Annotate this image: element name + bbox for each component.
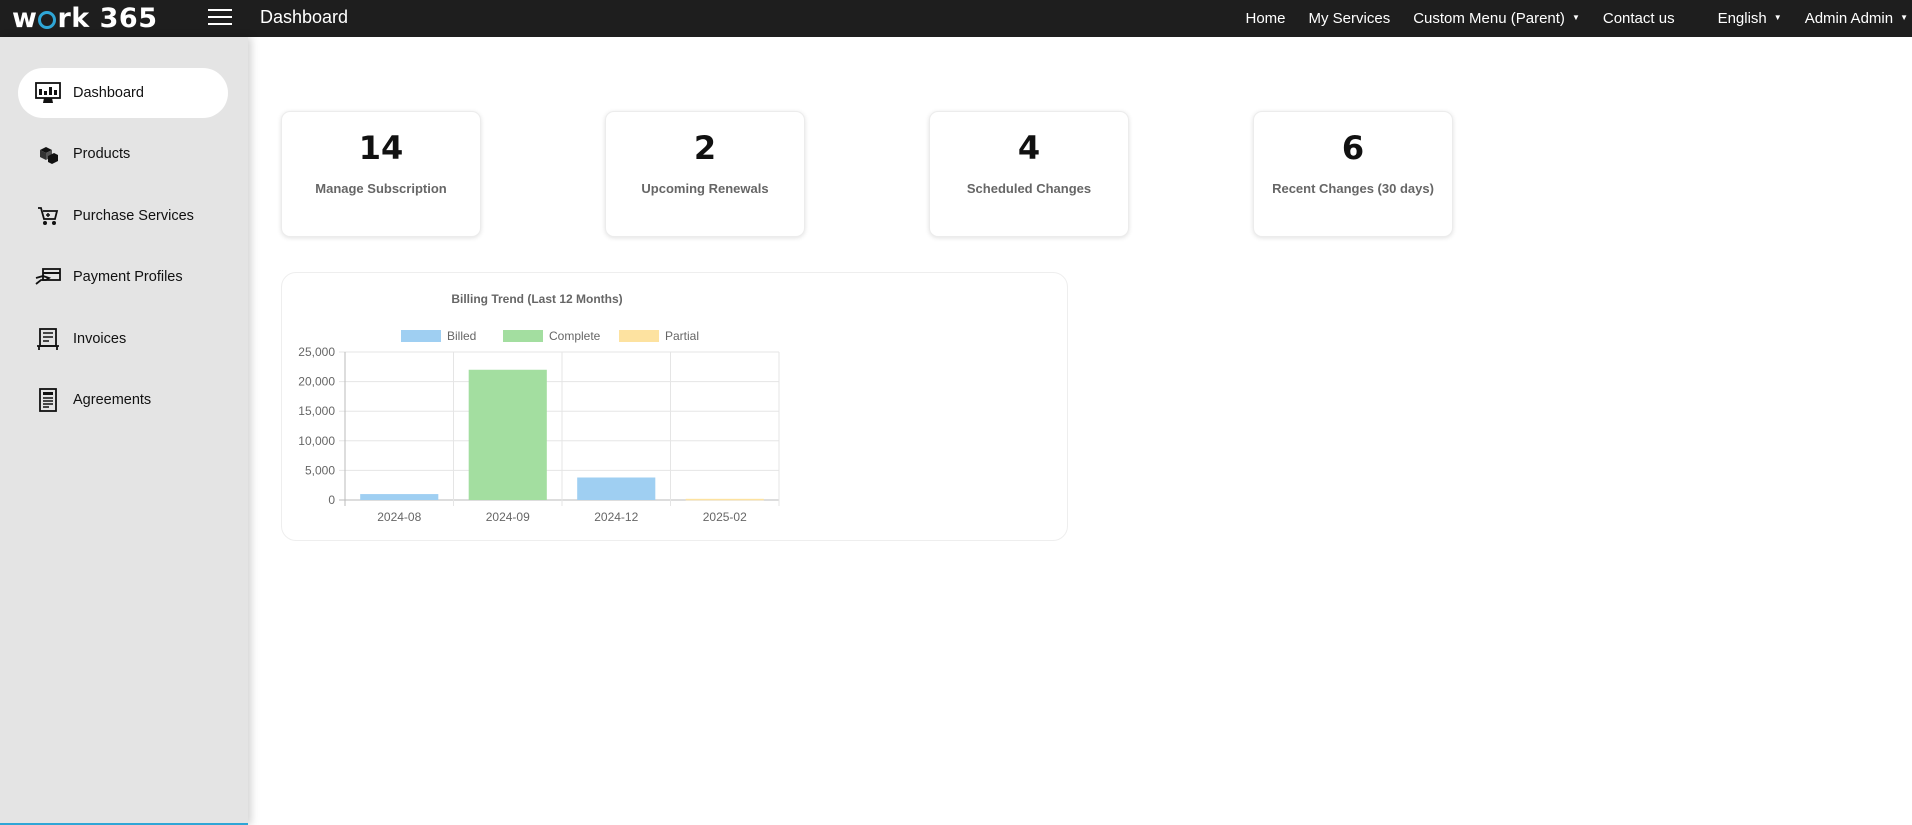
agreement-icon: [35, 388, 61, 412]
y-tick-label: 0: [328, 493, 335, 507]
y-tick-label: 15,000: [298, 404, 335, 418]
x-tick-label: 2025-02: [703, 510, 747, 524]
chart-title: Billing Trend (Last 12 Months): [451, 292, 622, 306]
y-tick-label: 5,000: [305, 463, 335, 477]
bar-partial-2025-02: [685, 498, 764, 501]
dashboard-icon: [35, 81, 61, 105]
sidebar-item-label: Invoices: [73, 331, 127, 347]
hamburger-menu-icon[interactable]: [208, 9, 232, 27]
stat-card-manage-subscription[interactable]: 14 Manage Subscription: [281, 111, 481, 237]
billing-trend-chart: Billing Trend (Last 12 Months) Billed Comp…: [298, 292, 780, 524]
stat-label: Upcoming Renewals: [641, 181, 769, 196]
stat-card-recent-changes[interactable]: 6 Recent Changes (30 days): [1253, 111, 1453, 237]
x-tick-label: 2024-08: [377, 510, 421, 524]
sidebar-item-label: Dashboard: [73, 85, 144, 101]
stat-value: 14: [358, 129, 404, 167]
language-label: English: [1717, 10, 1767, 27]
stat-value: 6: [1341, 129, 1365, 167]
y-tick-label: 20,000: [298, 375, 335, 389]
chevron-down-icon: ▼: [1571, 13, 1580, 22]
user-menu-dropdown[interactable]: Admin Admin ▼: [1805, 10, 1908, 27]
y-tick-label: 25,000: [298, 345, 335, 359]
sidebar-item-products[interactable]: Products: [18, 129, 228, 179]
legend-label-complete: Complete: [549, 329, 601, 343]
bar-billed-2024-08: [360, 494, 439, 500]
invoice-icon: [35, 327, 61, 351]
nav-my-services-link[interactable]: My Services: [1309, 10, 1391, 27]
bar-complete-2024-09: [468, 369, 547, 500]
y-tick-label: 10,000: [298, 434, 335, 448]
nav-custom-menu-label: Custom Menu (Parent): [1413, 10, 1565, 27]
sidebar-item-label: Payment Profiles: [73, 269, 183, 285]
stat-value: 4: [1017, 129, 1041, 167]
nav-contact-link[interactable]: Contact us: [1603, 10, 1675, 27]
stat-label: Scheduled Changes: [966, 181, 1092, 196]
legend-swatch-complete: [503, 330, 543, 342]
stat-card-upcoming-renewals[interactable]: 2 Upcoming Renewals: [605, 111, 805, 237]
sidebar-item-label: Products: [73, 146, 131, 162]
sidebar-item-agreements[interactable]: Agreements: [18, 375, 228, 425]
stat-label: Manage Subscription: [315, 181, 447, 196]
page-title: Dashboard: [260, 7, 349, 27]
stat-value: 2: [693, 129, 717, 167]
user-name: Admin Admin: [1804, 10, 1894, 27]
x-tick-label: 2024-09: [486, 510, 530, 524]
chevron-down-icon: ▼: [1773, 13, 1782, 22]
sidebar-item-label: Purchase Services: [73, 208, 194, 224]
chevron-down-icon: ▼: [1900, 13, 1908, 22]
sidebar: Dashboard Products Purchase Services Pay…: [0, 37, 248, 825]
payment-icon: [35, 265, 61, 289]
bar-billed-2024-12: [577, 477, 656, 500]
products-icon: [35, 142, 61, 166]
legend-swatch-partial: [619, 330, 659, 342]
cart-icon: [35, 204, 61, 228]
work365-logo[interactable]: w rk 365: [12, 2, 157, 34]
billing-trend-chart-card: Billing Trend (Last 12 Months) Billed Comp…: [281, 272, 1068, 541]
sidebar-item-payment-profiles[interactable]: Payment Profiles: [18, 252, 228, 302]
nav-custom-menu-dropdown[interactable]: Custom Menu (Parent) ▼: [1413, 10, 1580, 27]
legend-label-partial: Partial: [665, 329, 699, 343]
sidebar-item-label: Agreements: [73, 392, 152, 408]
top-bar: w rk 365 Dashboard Home My Services Custo…: [0, 0, 1912, 37]
sidebar-item-purchase-services[interactable]: Purchase Services: [18, 191, 228, 241]
x-tick-label: 2024-12: [594, 510, 638, 524]
legend-label-billed: Billed: [447, 329, 476, 343]
stat-label: Recent Changes (30 days): [1272, 181, 1434, 196]
language-dropdown[interactable]: English ▼: [1718, 10, 1782, 27]
sidebar-item-invoices[interactable]: Invoices: [18, 314, 228, 364]
legend-swatch-billed: [401, 330, 441, 342]
stat-card-scheduled-changes[interactable]: 4 Scheduled Changes: [929, 111, 1129, 237]
nav-home-link[interactable]: Home: [1246, 10, 1286, 27]
sidebar-item-dashboard[interactable]: Dashboard: [18, 68, 228, 118]
top-nav: Home My Services Custom Menu (Parent) ▼ C…: [1246, 0, 1912, 37]
